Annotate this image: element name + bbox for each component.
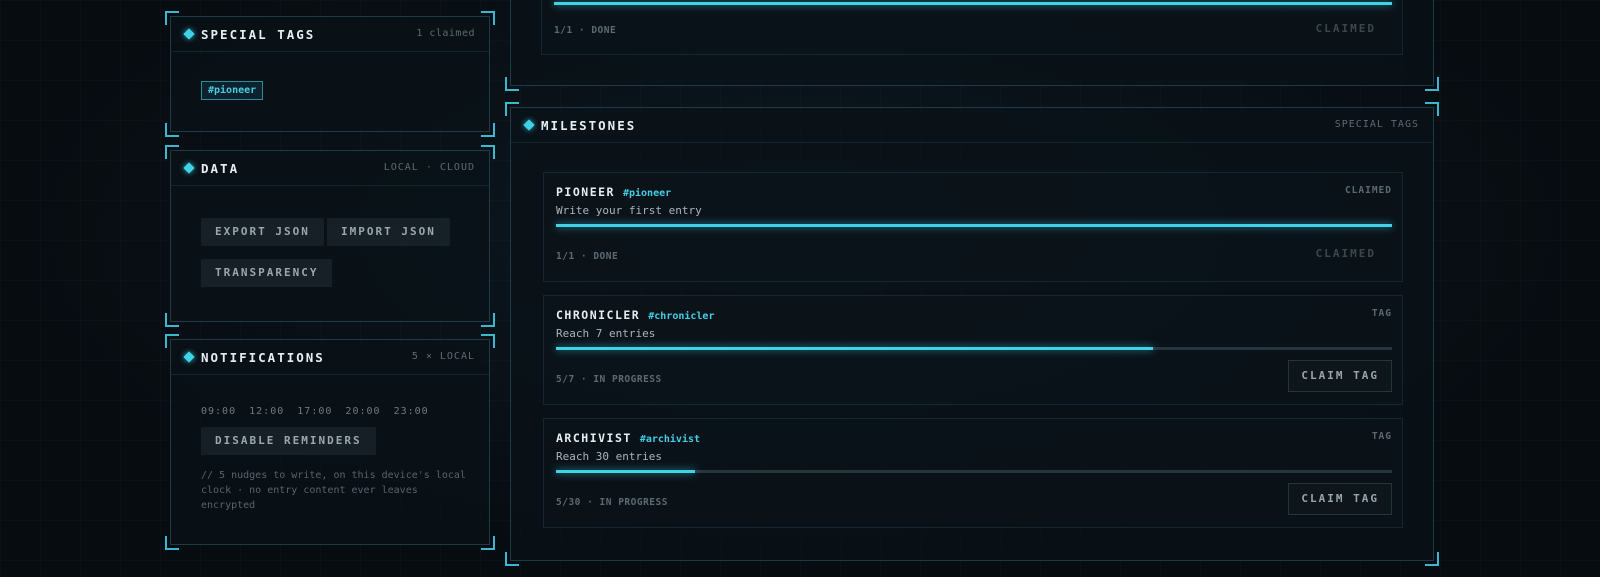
tag-chip-pioneer[interactable]: #pioneer <box>201 81 264 100</box>
panel-corner <box>1425 77 1439 91</box>
panel-corner <box>505 552 519 566</box>
notifications-panel: NOTIFICATIONS 5 × LOCAL 09:00 12:00 17:0… <box>165 334 495 550</box>
disable-reminders-button[interactable]: DISABLE REMINDERS <box>201 427 376 455</box>
reminder-time: 09:00 <box>201 406 237 417</box>
milestone-name: PIONEER #pioneer <box>556 185 671 199</box>
diamond-icon <box>183 162 195 174</box>
reminder-time: 12:00 <box>249 406 285 417</box>
claim-tag-button[interactable]: CLAIM TAG <box>1288 360 1392 392</box>
milestone-status: 5/30 · IN PROGRESS <box>556 497 668 508</box>
panel-title: SPECIAL TAGS <box>201 27 316 42</box>
milestone-card-pioneer: PIONEER #pioneer CLAIMED Write your first… <box>543 172 1403 282</box>
progress-fill <box>556 224 1392 227</box>
claimed-label: CLAIMED <box>1315 247 1376 260</box>
milestone-card-chronicler: CHRONICLER #chronicler TAG Reach 7 entrie… <box>543 295 1403 405</box>
milestone-title: ARCHIVIST <box>556 431 632 445</box>
milestone-status: 1/1 · DONE <box>554 25 617 36</box>
panel-meta: 5 × LOCAL <box>411 351 475 362</box>
progress-bar <box>556 224 1392 227</box>
progress-fill <box>556 347 1154 350</box>
panel-title: MILESTONES <box>541 118 637 133</box>
panel-corner <box>165 313 179 327</box>
panel-corner <box>481 313 495 327</box>
panel-corner <box>1425 552 1439 566</box>
panel-corner <box>481 536 495 550</box>
panel-meta: LOCAL · CLOUD <box>383 162 475 173</box>
milestone-hashtag: #pioneer <box>622 188 672 199</box>
milestone-title: CHRONICLER <box>556 308 641 322</box>
panel-title: NOTIFICATIONS <box>201 350 325 365</box>
milestone-status: 5/7 · IN PROGRESS <box>556 374 662 385</box>
progress-bar <box>556 347 1392 350</box>
data-panel: DATA LOCAL · CLOUD EXPORT JSON IMPORT JS… <box>165 145 495 327</box>
reminder-time: 23:00 <box>393 406 429 417</box>
export-json-button[interactable]: EXPORT JSON <box>201 218 324 246</box>
panel-header: MILESTONES SPECIAL TAGS <box>511 108 1433 143</box>
progress-fill <box>556 470 696 473</box>
milestone-hashtag: #chronicler <box>648 311 715 322</box>
milestone-description: Reach 7 entries <box>556 327 656 340</box>
milestone-title: PIONEER <box>556 185 615 199</box>
milestone-status: 1/1 · DONE <box>556 251 619 262</box>
diamond-icon <box>183 28 195 40</box>
notifications-note: // 5 nudges to write, on this device's l… <box>201 470 466 511</box>
milestone-card-archivist: ARCHIVIST #archivist TAG Reach 30 entries… <box>543 418 1403 528</box>
diamond-icon <box>523 119 535 131</box>
milestone-name: CHRONICLER #chronicler <box>556 308 714 322</box>
claimed-label: CLAIMED <box>1315 22 1376 35</box>
panel-header: SPECIAL TAGS 1 claimed <box>171 17 489 52</box>
reminder-time: 17:00 <box>297 406 333 417</box>
progress-bar <box>556 470 1392 473</box>
panel-header: NOTIFICATIONS 5 × LOCAL <box>171 340 489 375</box>
milestone-name: ARCHIVIST #archivist <box>556 431 700 445</box>
milestones-panel: MILESTONES SPECIAL TAGS PIONEER #pioneer … <box>505 102 1439 566</box>
milestone-description: Reach 30 entries <box>556 450 662 463</box>
panel-corner <box>165 123 179 137</box>
import-json-button[interactable]: IMPORT JSON <box>327 218 450 246</box>
achievements-panel-top: 1/1 · DONE CLAIMED <box>505 0 1439 91</box>
milestone-kind: TAG <box>1371 308 1392 319</box>
diamond-icon <box>183 351 195 363</box>
panel-title: DATA <box>201 161 240 176</box>
transparency-button[interactable]: TRANSPARENCY <box>201 259 333 287</box>
special-tags-panel: SPECIAL TAGS 1 claimed #pioneer <box>165 11 495 137</box>
panel-corner <box>165 536 179 550</box>
reminder-time: 20:00 <box>345 406 381 417</box>
reminder-times: 09:00 12:00 17:00 20:00 23:00 <box>201 406 429 417</box>
milestone-hashtag: #archivist <box>639 434 701 445</box>
progress-fill <box>554 2 1392 5</box>
milestone-kind: CLAIMED <box>1344 185 1392 196</box>
panel-corner <box>481 123 495 137</box>
progress-bar <box>554 2 1392 5</box>
milestone-description: Write your first entry <box>556 204 702 217</box>
panel-meta: SPECIAL TAGS <box>1334 119 1419 130</box>
panel-meta: 1 claimed <box>416 28 475 39</box>
claim-tag-button[interactable]: CLAIM TAG <box>1288 483 1392 515</box>
milestone-kind: TAG <box>1371 431 1392 442</box>
milestone-card-top: 1/1 · DONE CLAIMED <box>541 0 1403 55</box>
panel-header: DATA LOCAL · CLOUD <box>171 151 489 186</box>
panel-corner <box>505 77 519 91</box>
